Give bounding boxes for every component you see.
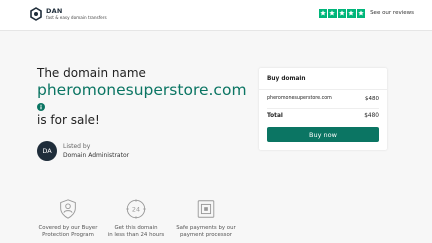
listed-by-label: Listed by	[63, 143, 91, 150]
brand-tagline: fast & easy domain transfers	[46, 14, 107, 20]
hero-pre-title: The domain name	[37, 66, 146, 80]
feature-text-line: Get this domain	[114, 225, 158, 231]
feature-text-line: Covered by our Buyer	[38, 225, 98, 231]
star-icon	[356, 9, 366, 18]
total-price: $480	[364, 113, 379, 119]
secure-payment-icon	[197, 200, 215, 218]
feature-text-line: Safe payments by our	[176, 225, 236, 231]
shield-person-icon	[60, 199, 76, 219]
feature-fast-transfer: 24 Get this domain in less than 24 hours	[100, 198, 172, 239]
header-divider	[0, 30, 432, 31]
star-icon	[337, 9, 347, 18]
avatar: DA	[37, 141, 57, 161]
seller-name: Domain Administrator	[63, 152, 130, 159]
domain-hero: The domain name pheromonesuperstore.com …	[37, 66, 252, 127]
star-icon	[347, 9, 356, 18]
dan-logo-icon	[30, 7, 42, 21]
card-divider	[267, 108, 379, 109]
see-reviews-link[interactable]: See our reviews	[370, 10, 414, 16]
24-hour-clock-icon: 24	[126, 199, 146, 219]
brand-logo[interactable]: DAN fast & easy domain transfers	[30, 7, 107, 21]
listed-by: DA Listed by Domain Administrator	[37, 141, 129, 161]
star-icon	[318, 9, 328, 18]
feature-text-line: Protection Program	[42, 232, 94, 238]
features-row: Covered by our Buyer Protection Program …	[30, 198, 245, 243]
feature-safe-payments: Safe payments by our payment processor	[170, 198, 242, 239]
buy-now-button[interactable]: Buy now	[267, 127, 379, 142]
star-icon	[328, 9, 337, 18]
for-sale-text: is for sale!	[37, 113, 100, 127]
domain-name: pheromonesuperstore.com	[37, 81, 247, 99]
feature-text-line: payment processor	[180, 232, 232, 238]
card-divider	[259, 89, 387, 90]
brand-name: DAN	[46, 7, 63, 16]
feature-buyer-protection: Covered by our Buyer Protection Program	[32, 198, 104, 239]
rating-stars	[318, 9, 367, 18]
reviews-widget[interactable]: See our reviews	[318, 9, 414, 18]
total-label: Total	[267, 113, 283, 119]
info-icon[interactable]	[37, 103, 45, 111]
card-title: Buy domain	[267, 76, 306, 82]
feature-text-line: in less than 24 hours	[107, 232, 165, 238]
line-item-price: $480	[365, 96, 379, 102]
line-item-domain: pheromonesuperstore.com	[267, 96, 332, 101]
svg-text:24: 24	[132, 205, 140, 213]
buy-domain-card: Buy domain pheromonesuperstore.com $480 …	[259, 68, 387, 150]
site-header: DAN fast & easy domain transfers See our…	[0, 0, 432, 30]
